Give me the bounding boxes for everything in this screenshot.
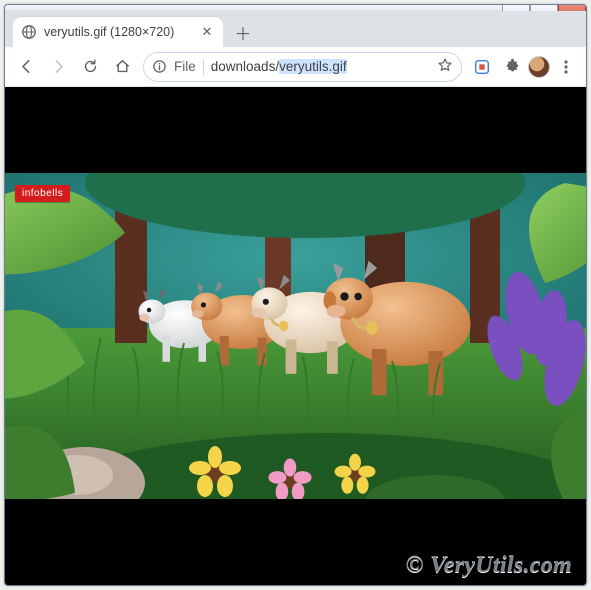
site-info-icon[interactable] <box>152 59 167 74</box>
watermark-text: © VeryUtils.com <box>406 552 572 579</box>
scheme-label: File <box>174 59 196 74</box>
omnibox-separator <box>203 59 204 75</box>
url-text: downloads/veryutils.gif <box>211 59 430 74</box>
tab-strip: veryutils.gif (1280×720) ✕ ＋ <box>5 11 586 47</box>
extensions-puzzle-icon[interactable] <box>498 53 526 81</box>
tab-title: veryutils.gif (1280×720) <box>44 25 192 39</box>
home-button[interactable] <box>107 52 137 82</box>
reload-button[interactable] <box>75 52 105 82</box>
new-tab-button[interactable]: ＋ <box>229 18 257 46</box>
browser-toolbar: File downloads/veryutils.gif <box>5 47 586 87</box>
extension-icon[interactable] <box>468 53 496 81</box>
page-content: infobells <box>5 87 586 585</box>
tab-close-button[interactable]: ✕ <box>199 24 215 40</box>
url-path-selected: veryutils.gif <box>279 59 347 74</box>
video-source-badge: infobells <box>15 185 70 202</box>
address-bar[interactable]: File downloads/veryutils.gif <box>143 52 462 82</box>
back-button[interactable] <box>11 52 41 82</box>
forward-button[interactable] <box>43 52 73 82</box>
url-path-prefix: downloads/ <box>211 59 279 74</box>
browser-window: veryutils.gif (1280×720) ✕ ＋ File downlo… <box>4 4 587 586</box>
image-viewport[interactable]: infobells <box>5 173 586 499</box>
browser-menu-button[interactable] <box>552 53 580 81</box>
globe-icon <box>21 24 37 40</box>
profile-avatar[interactable] <box>528 56 550 78</box>
browser-tab[interactable]: veryutils.gif (1280×720) ✕ <box>13 17 223 47</box>
bookmark-star-icon[interactable] <box>437 57 453 76</box>
